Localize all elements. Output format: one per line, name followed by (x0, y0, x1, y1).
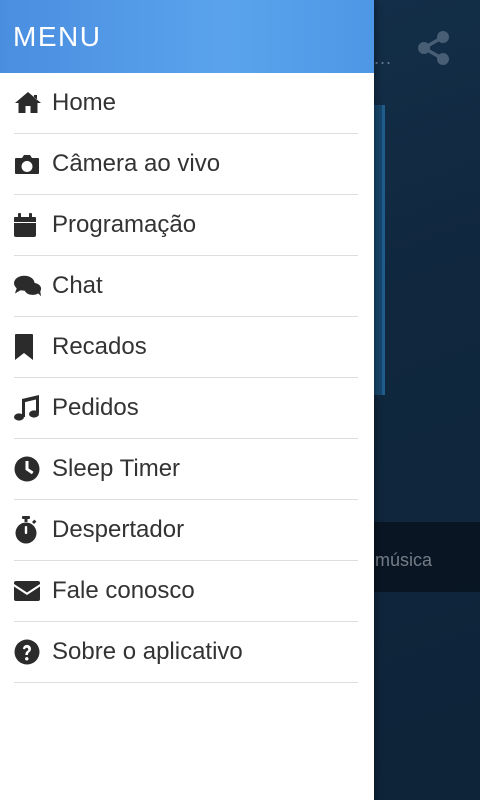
menu-item-label: Sobre o aplicativo (52, 638, 243, 665)
question-circle-icon (14, 638, 42, 666)
menu-item-alarm[interactable]: Despertador (14, 500, 358, 561)
menu-item-label: Programação (52, 211, 197, 238)
menu-item-chat[interactable]: Chat (14, 256, 358, 317)
bookmark-icon (14, 333, 42, 361)
home-icon (14, 89, 42, 117)
menu-item-label: Chat (52, 272, 103, 299)
menu-item-home[interactable]: Home (14, 73, 358, 134)
camera-icon (14, 150, 42, 178)
menu-list: Home Câmera ao vivo Programação Chat Rec… (0, 73, 374, 683)
stopwatch-icon (14, 516, 42, 544)
menu-item-label: Home (52, 89, 117, 116)
menu-item-sleep-timer[interactable]: Sleep Timer (14, 439, 358, 500)
clock-icon (14, 455, 42, 483)
menu-item-label: Sleep Timer (52, 455, 181, 482)
calendar-icon (14, 211, 42, 239)
envelope-icon (14, 577, 42, 605)
menu-item-label: Despertador (52, 516, 185, 543)
menu-item-schedule[interactable]: Programação (14, 195, 358, 256)
music-note-icon (14, 394, 42, 422)
navigation-drawer: MENU Home Câmera ao vivo Programação Cha… (0, 0, 374, 800)
menu-item-label: Recados (52, 333, 147, 360)
menu-item-contact[interactable]: Fale conosco (14, 561, 358, 622)
comments-icon (14, 272, 42, 300)
menu-item-label: Fale conosco (52, 577, 195, 604)
menu-item-label: Câmera ao vivo (52, 150, 221, 177)
menu-item-requests[interactable]: Pedidos (14, 378, 358, 439)
drawer-title: MENU (13, 20, 102, 52)
menu-item-live-camera[interactable]: Câmera ao vivo (14, 134, 358, 195)
menu-item-label: Pedidos (52, 394, 139, 421)
drawer-header: MENU (0, 0, 374, 73)
menu-item-about[interactable]: Sobre o aplicativo (14, 622, 358, 683)
menu-item-messages[interactable]: Recados (14, 317, 358, 378)
